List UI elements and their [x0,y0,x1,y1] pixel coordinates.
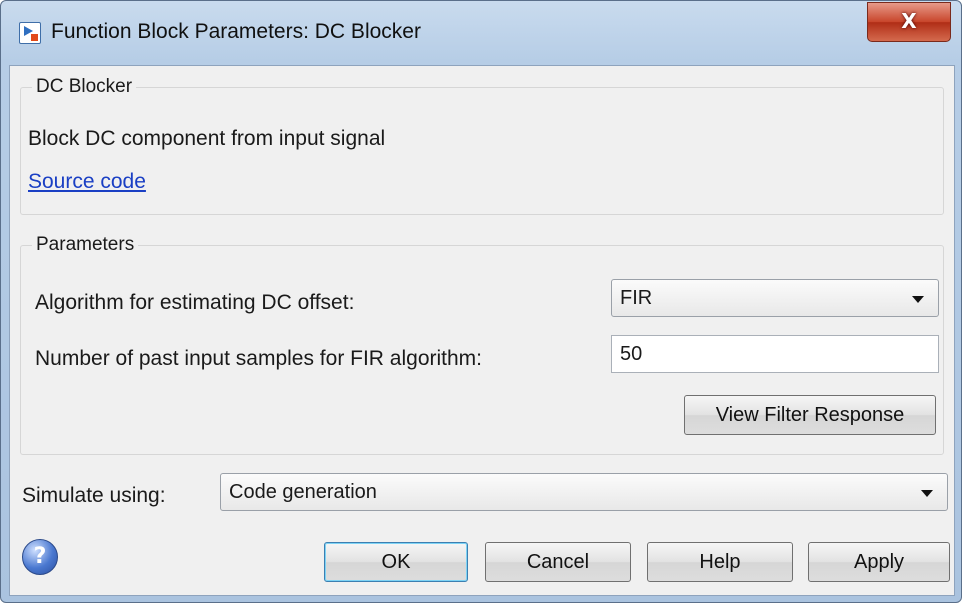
algorithm-dropdown[interactable]: FIR [611,279,939,317]
dialog-body: DC Blocker Block DC component from input… [9,65,955,596]
simulate-using-label: Simulate using: [22,484,166,507]
cancel-button[interactable]: Cancel [485,542,631,582]
ok-button[interactable]: OK [324,542,468,582]
simulate-selected-value: Code generation [229,481,377,503]
help-button[interactable]: Help [647,542,793,582]
chevron-down-icon [921,490,933,497]
algorithm-selected-value: FIR [620,287,653,309]
parameters-legend: Parameters [32,234,139,256]
samples-value: 50 [620,343,643,365]
simulink-block-icon [19,22,41,44]
simulate-using-dropdown[interactable]: Code generation [220,473,948,511]
block-group-legend: DC Blocker [32,76,137,98]
dialog-window: Function Block Parameters: DC Blocker X … [0,0,962,603]
block-description-group [20,87,944,215]
apply-button[interactable]: Apply [808,542,950,582]
algorithm-label: Algorithm for estimating DC offset: [35,291,355,314]
samples-input[interactable]: 50 [611,335,939,373]
title-bar[interactable]: Function Block Parameters: DC Blocker X [1,1,961,65]
view-filter-response-button[interactable]: View Filter Response [684,395,936,435]
window-title: Function Block Parameters: DC Blocker [51,20,421,43]
source-code-link[interactable]: Source code [28,170,146,194]
chevron-down-icon [912,296,924,303]
block-description: Block DC component from input signal [28,127,386,150]
question-icon[interactable]: ? [22,539,58,575]
samples-label: Number of past input samples for FIR alg… [35,347,483,370]
close-button[interactable]: X [867,2,951,42]
